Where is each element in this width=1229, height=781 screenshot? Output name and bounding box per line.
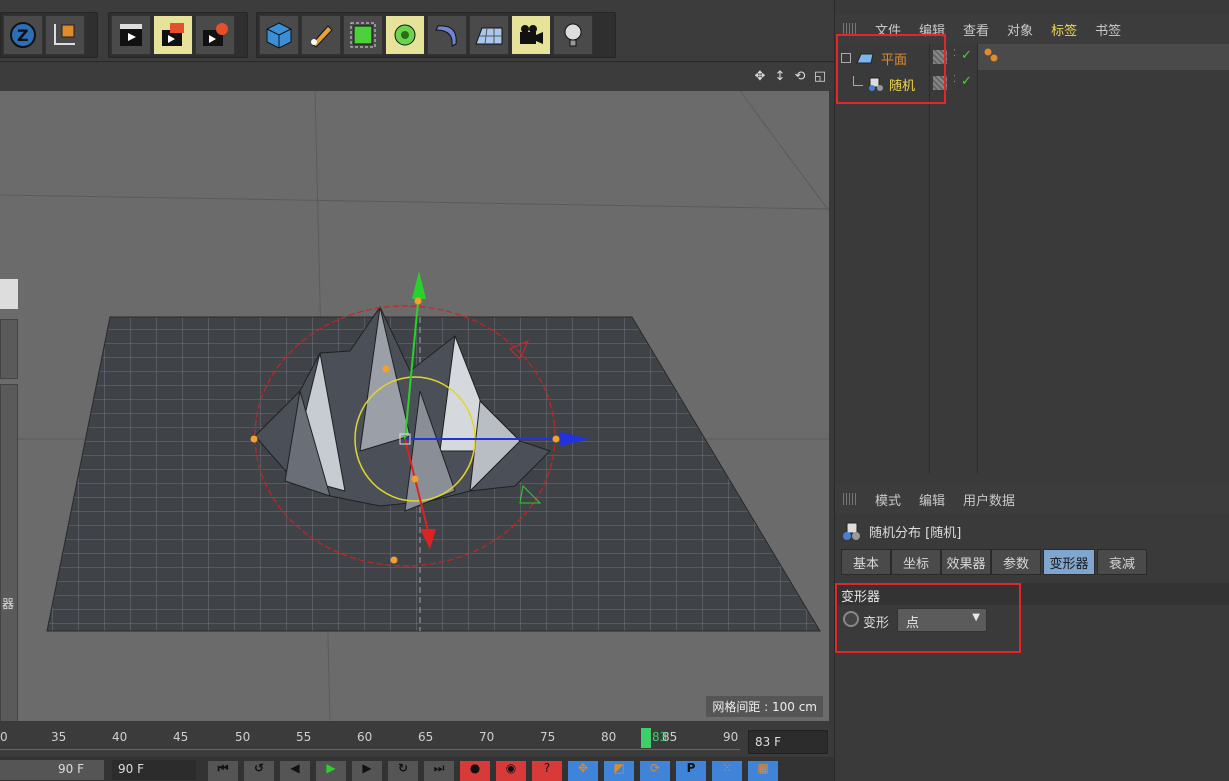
left-panel-edge: 器 <box>0 229 18 721</box>
floor-icon[interactable] <box>469 15 509 55</box>
menu-object[interactable]: 对象 <box>1007 20 1033 39</box>
random-effector-icon <box>843 522 860 540</box>
column-divider <box>929 44 930 474</box>
menu-bookmarks[interactable]: 书签 <box>1095 20 1121 39</box>
tick-label: 90 <box>723 730 739 744</box>
timeline-icon[interactable]: ▦ <box>748 761 778 781</box>
column-divider <box>977 44 978 474</box>
go-to-start-icon[interactable]: ⏮ <box>208 761 238 781</box>
end-frame-field[interactable]: 90 F <box>112 760 196 780</box>
key-parameter-icon[interactable]: P <box>676 761 706 781</box>
record-icon[interactable]: ● <box>460 761 490 781</box>
tick-label: 80 <box>601 730 617 744</box>
current-frame-field[interactable]: 83 F <box>748 730 828 754</box>
tick-label: 65 <box>418 730 434 744</box>
tab-deformer[interactable]: 变形器 <box>1043 549 1095 575</box>
play-icon[interactable]: ▶ <box>316 761 346 781</box>
tab-coordinates[interactable]: 坐标 <box>891 549 941 575</box>
maximize-view-icon[interactable]: ◱ <box>812 68 828 84</box>
zoom-view-icon[interactable]: ↕ <box>772 68 788 84</box>
tick-label: 50 <box>235 730 251 744</box>
menu-tags[interactable]: 标签 <box>1051 20 1077 39</box>
menu-edit[interactable]: 编辑 <box>919 490 945 509</box>
enabled-check-icon[interactable]: ✓ <box>961 48 972 63</box>
go-to-end-icon[interactable]: ⏭ <box>424 761 454 781</box>
side-panel-close[interactable] <box>0 279 18 309</box>
highlight-box-deformer <box>835 583 1021 653</box>
tick-label: 45 <box>173 730 189 744</box>
playback-controls: ⏮ ↺ ◀ ▶ ▶ ↻ ⏭ ● ◉ ? ✥ ◩ ⟳ P ⁙ ▦ <box>208 761 778 781</box>
side-panel-body: 器 <box>0 384 18 721</box>
menu-mode[interactable]: 模式 <box>875 490 901 509</box>
key-scale-icon[interactable]: ◩ <box>604 761 634 781</box>
cube-icon[interactable] <box>259 15 299 55</box>
cloner-icon[interactable] <box>385 15 425 55</box>
menu-user-data[interactable]: 用户数据 <box>963 490 1015 509</box>
tag-row-highlight <box>978 44 1229 70</box>
viewport-scene <box>0 91 829 721</box>
move-view-icon[interactable]: ✥ <box>752 68 768 84</box>
tab-parameter[interactable]: 参数 <box>991 549 1041 575</box>
render-tool-group <box>108 12 248 58</box>
transport-bar: 90 F 90 F ⏮ ↺ ◀ ▶ ▶ ↻ ⏭ ● ◉ ? ✥ ◩ ⟳ P ⁙ … <box>0 757 834 781</box>
timeline-ruler[interactable]: 0 35 40 45 50 55 60 65 70 75 80 85 90 83 <box>0 722 829 756</box>
key-position-icon[interactable]: ✥ <box>568 761 598 781</box>
key-pla-icon[interactable]: ⁙ <box>712 761 742 781</box>
z-axis-icon[interactable]: Z <box>3 15 43 55</box>
bend-deformer-icon[interactable] <box>427 15 467 55</box>
coordinate-icon[interactable] <box>45 15 85 55</box>
playhead-marker[interactable] <box>641 728 651 748</box>
rotate-view-icon[interactable]: ⟲ <box>792 68 808 84</box>
tag-icon[interactable] <box>983 47 1001 65</box>
render-settings-icon[interactable] <box>195 15 235 55</box>
highlight-box-objects <box>836 34 946 104</box>
tick-label: 75 <box>540 730 556 744</box>
next-key-icon[interactable]: ↻ <box>388 761 418 781</box>
tick-label: 0 <box>0 730 8 744</box>
camera-icon[interactable] <box>511 15 551 55</box>
main-toolbar: Z <box>0 0 834 62</box>
viewport-header: ✥ ↕ ⟲ ◱ <box>0 63 834 91</box>
light-icon[interactable] <box>553 15 593 55</box>
side-panel-label: 器 <box>2 597 15 611</box>
visibility-dots-icon[interactable]: ⁚ <box>953 74 956 85</box>
3d-viewport[interactable]: 器 网格间距 : 100 cm <box>0 91 829 721</box>
subdivision-icon[interactable] <box>343 15 383 55</box>
key-rotation-icon[interactable]: ⟳ <box>640 761 670 781</box>
pen-icon[interactable] <box>301 15 341 55</box>
enabled-check-icon[interactable]: ✓ <box>961 74 972 89</box>
object-title: 随机分布 [随机] <box>869 525 962 541</box>
tick-label: 55 <box>296 730 312 744</box>
tick-label: 35 <box>51 730 67 744</box>
viewport-nav-icons: ✥ ↕ ⟲ ◱ <box>752 68 828 84</box>
current-frame-label: 83 <box>652 730 668 744</box>
render-view-icon[interactable] <box>111 15 151 55</box>
tick-label: 40 <box>112 730 128 744</box>
tab-basic[interactable]: 基本 <box>841 549 891 575</box>
object-list: 平面 随机 ⁚ ✓ ⁚ ✓ <box>835 44 1229 474</box>
keyframe-selection-icon[interactable]: ? <box>532 761 562 781</box>
right-panels: 文件 编辑 查看 对象 标签 书签 平面 随机 ⁚ ✓ ⁚ ✓ 模式 编辑 用户… <box>834 0 1229 781</box>
tab-effector[interactable]: 效果器 <box>941 549 991 575</box>
tab-falloff[interactable]: 衰减 <box>1097 549 1147 575</box>
axis-tool-group: Z <box>0 12 98 58</box>
step-back-icon[interactable]: ◀ <box>280 761 310 781</box>
object-tool-group <box>256 12 616 58</box>
tick-label: 60 <box>357 730 373 744</box>
autokey-icon[interactable]: ◉ <box>496 761 526 781</box>
visibility-dots-icon[interactable]: ⁚ <box>953 48 956 59</box>
attribute-title: 随机分布 [随机] <box>841 521 961 541</box>
ruler-baseline <box>0 749 740 750</box>
render-picture-queue-icon[interactable] <box>153 15 193 55</box>
prev-key-icon[interactable]: ↺ <box>244 761 274 781</box>
tick-label: 70 <box>479 730 495 744</box>
svg-text:Z: Z <box>17 26 29 45</box>
end-frame-slider[interactable]: 90 F <box>0 760 104 780</box>
grip-icon[interactable] <box>843 493 857 505</box>
side-panel-slot <box>0 319 18 379</box>
grid-spacing-label: 网格间距 : 100 cm <box>706 696 823 717</box>
menu-view[interactable]: 查看 <box>963 20 989 39</box>
attribute-manager-menu: 模式 编辑 用户数据 <box>835 484 1229 514</box>
step-forward-icon[interactable]: ▶ <box>352 761 382 781</box>
